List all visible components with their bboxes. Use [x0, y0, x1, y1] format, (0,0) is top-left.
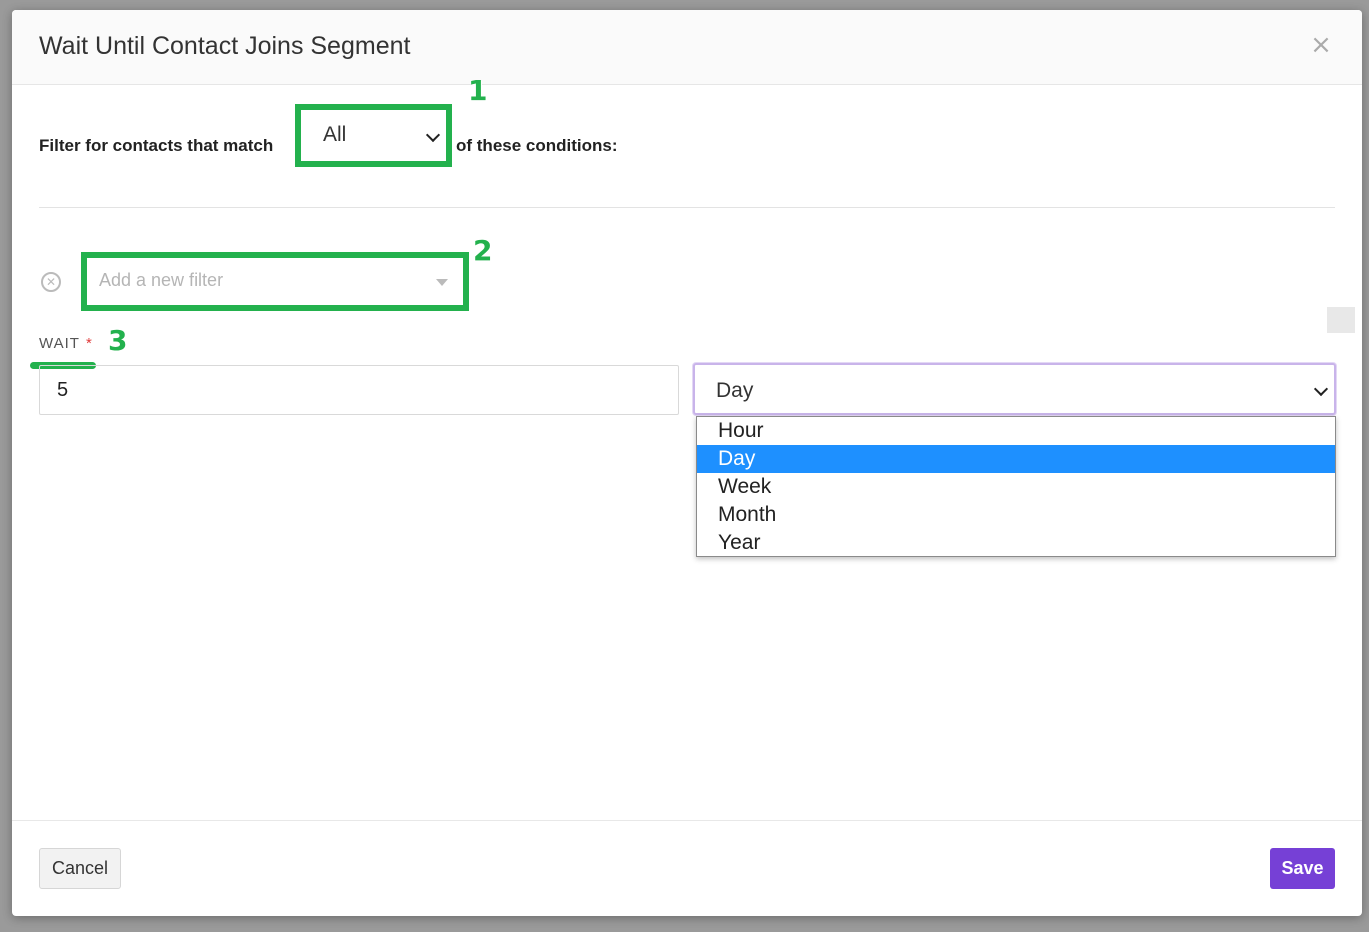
section-divider [39, 207, 1335, 208]
dropdown-option-year[interactable]: Year [697, 529, 1335, 557]
wait-unit-select[interactable]: Day [693, 363, 1336, 415]
annotation-number-1: 1 [468, 74, 488, 107]
wait-segment-modal: Wait Until Contact Joins Segment × Filte… [12, 10, 1362, 916]
dropdown-option-month[interactable]: Month [697, 501, 1335, 529]
modal-header: Wait Until Contact Joins Segment × [12, 10, 1362, 85]
save-button[interactable]: Save [1270, 848, 1335, 889]
dropdown-option-week[interactable]: Week [697, 473, 1335, 501]
footer-divider [12, 820, 1362, 821]
filter-suffix-text: of these conditions: [456, 136, 618, 155]
modal-title: Wait Until Contact Joins Segment [39, 32, 411, 60]
annotation-box-2 [81, 252, 469, 311]
wait-unit-dropdown: Hour Day Week Month Year [696, 416, 1336, 557]
wait-unit-value: Day [716, 379, 754, 402]
annotation-number-3: 3 [108, 324, 128, 357]
scrollbar-thumb[interactable] [1327, 307, 1355, 333]
annotation-box-1 [295, 104, 452, 167]
dropdown-option-hour[interactable]: Hour [697, 417, 1335, 445]
dropdown-option-day[interactable]: Day [697, 445, 1335, 473]
wait-label-text: WAIT [39, 335, 80, 352]
close-icon[interactable]: × [1310, 32, 1332, 58]
filter-prefix-text: Filter for contacts that match [39, 136, 274, 155]
wait-label: WAIT * [39, 335, 93, 352]
cancel-button[interactable]: Cancel [39, 848, 121, 889]
required-mark: * [85, 335, 93, 352]
chevron-down-icon [1313, 381, 1329, 397]
annotation-number-2: 2 [473, 234, 493, 267]
wait-amount-input[interactable]: 5 [39, 365, 679, 415]
wait-amount-value: 5 [57, 379, 69, 401]
remove-filter-icon[interactable]: ✕ [41, 272, 61, 292]
